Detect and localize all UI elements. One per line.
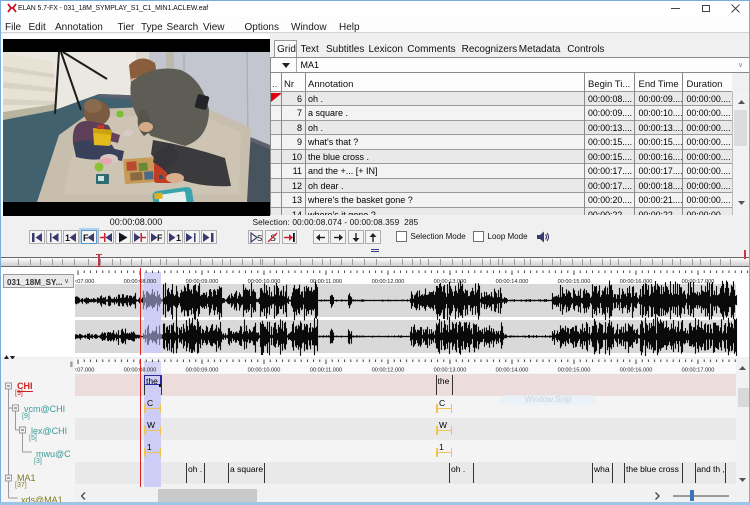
svg-text:00:00:16.000: 00:00:16.000 [620,367,653,373]
svg-text:00:00:12.000: 00:00:12.000 [372,367,405,373]
svg-text:00:00:07.000: 00:00:07.000 [75,367,94,373]
svg-text:00:00:14.000: 00:00:14.000 [496,367,529,373]
svg-text:00:00:10.000: 00:00:10.000 [248,367,281,373]
svg-text:00:00:13.000: 00:00:13.000 [434,367,467,373]
svg-text:00:00:11.000: 00:00:11.000 [310,367,342,373]
svg-text:00:00:17.000: 00:00:17.000 [682,367,715,373]
svg-text:00:00:15.000: 00:00:15.000 [558,367,591,373]
svg-text:00:00:09.000: 00:00:09.000 [186,367,219,373]
